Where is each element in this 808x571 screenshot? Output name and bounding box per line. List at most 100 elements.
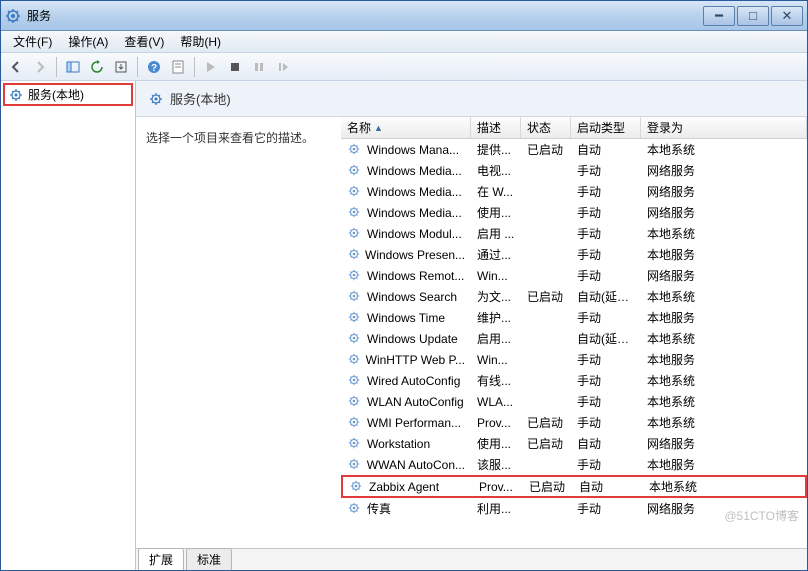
menu-view[interactable]: 查看(V) [116,31,172,52]
list-columns: 名称▲ 描述 状态 启动类型 登录为 [341,117,807,139]
service-icon [347,436,363,452]
start-service-button[interactable] [200,56,222,78]
service-startup: 手动 [571,456,641,473]
service-startup: 自动 [571,141,641,158]
service-startup: 手动 [571,372,641,389]
column-logon-as[interactable]: 登录为 [641,117,807,138]
service-row[interactable]: Windows Media...在 W...手动网络服务 [341,181,807,202]
service-startup: 手动 [571,351,641,368]
column-description[interactable]: 描述 [471,117,521,138]
column-status[interactable]: 状态 [521,117,571,138]
menubar: 文件(F) 操作(A) 查看(V) 帮助(H) [1,31,807,53]
service-icon [347,310,363,326]
menu-action[interactable]: 操作(A) [60,31,116,52]
stop-service-button[interactable] [224,56,246,78]
services-icon [148,91,164,107]
services-icon [8,87,24,103]
service-name: Windows Media... [367,206,462,220]
service-row[interactable]: Wired AutoConfig有线...手动本地系统 [341,370,807,391]
service-startup: 手动 [571,225,641,242]
service-name: WinHTTP Web P... [366,353,465,367]
service-icon [347,352,362,368]
service-row[interactable]: Windows Remot...Win...手动网络服务 [341,265,807,286]
service-row[interactable]: Windows Update启用...自动(延迟...本地系统 [341,328,807,349]
separator [194,57,195,77]
service-desc: 提供... [471,141,521,158]
service-desc: 该服... [471,456,521,473]
service-name: Windows Media... [367,164,462,178]
service-icon [347,142,363,158]
tree-root-services-local[interactable]: 服务(本地) [3,83,133,106]
service-row[interactable]: Windows Mana...提供...已启动自动本地系统 [341,139,807,160]
restart-service-button[interactable] [272,56,294,78]
service-desc: 通过... [471,246,521,263]
menu-help[interactable]: 帮助(H) [172,31,229,52]
pause-service-button[interactable] [248,56,270,78]
service-row[interactable]: Windows Presen...通过...手动本地服务 [341,244,807,265]
window-controls: ━ □ ✕ [703,6,803,26]
toolbar: ? [1,53,807,81]
service-logon: 本地系统 [641,330,807,347]
service-logon: 本地服务 [641,456,807,473]
maximize-button[interactable]: □ [737,6,769,26]
service-row[interactable]: WinHTTP Web P... Win... 手动本地服务 [341,349,807,370]
service-startup: 手动 [571,162,641,179]
service-desc: Prov... [471,416,521,430]
service-desc: 为文... [471,288,521,305]
sort-asc-icon: ▲ [374,123,383,133]
close-button[interactable]: ✕ [771,6,803,26]
service-name: WWAN AutoCon... [367,458,465,472]
help-button[interactable]: ? [143,56,165,78]
service-row[interactable]: WWAN AutoCon... 该服... 手动本地服务 [341,454,807,475]
service-icon [347,373,363,389]
service-logon: 网络服务 [641,162,807,179]
service-row[interactable]: Windows Search为文...已启动自动(延迟...本地系统 [341,286,807,307]
service-row[interactable]: Workstation使用...已启动自动网络服务 [341,433,807,454]
service-logon: 本地系统 [641,414,807,431]
forward-button[interactable] [29,56,51,78]
service-icon [347,205,363,221]
column-name[interactable]: 名称▲ [341,117,471,138]
description-panel: 选择一个项目来查看它的描述。 [136,117,341,548]
menu-file[interactable]: 文件(F) [5,31,60,52]
service-icon [347,394,363,410]
show-hide-tree-button[interactable] [62,56,84,78]
minimize-button[interactable]: ━ [703,6,735,26]
service-icon [347,331,363,347]
service-name: Windows Search [367,290,457,304]
service-logon: 本地系统 [643,478,805,495]
detail-pane: 服务(本地) 选择一个项目来查看它的描述。 名称▲ 描述 状态 启动类型 登录为… [136,81,807,570]
column-startup-type[interactable]: 启动类型 [571,117,641,138]
service-row[interactable]: Windows Media...使用...手动网络服务 [341,202,807,223]
service-row[interactable]: Windows Media...电视...手动网络服务 [341,160,807,181]
tab-standard[interactable]: 标准 [186,548,232,570]
service-desc: Win... [471,353,521,367]
detail-body: 选择一个项目来查看它的描述。 名称▲ 描述 状态 启动类型 登录为 Window… [136,117,807,548]
tab-extended[interactable]: 扩展 [138,548,184,570]
service-name: Workstation [367,437,430,451]
service-icon [347,226,363,242]
service-name: Windows Media... [367,185,462,199]
properties-button[interactable] [167,56,189,78]
service-row[interactable]: Zabbix AgentProv...已启动自动本地系统 [341,475,807,498]
service-row[interactable]: Windows Time维护...手动本地服务 [341,307,807,328]
service-row[interactable]: 传真利用...手动网络服务 [341,498,807,519]
service-startup: 手动 [571,393,641,410]
service-startup: 手动 [571,267,641,284]
refresh-button[interactable] [86,56,108,78]
service-row[interactable]: WLAN AutoConfigWLA...手动本地系统 [341,391,807,412]
service-name: Zabbix Agent [369,480,439,494]
service-logon: 本地服务 [641,351,807,368]
service-name: Windows Modul... [367,227,462,241]
service-row[interactable]: WMI Performan...Prov...已启动手动本地系统 [341,412,807,433]
back-button[interactable] [5,56,27,78]
service-icon [347,457,363,473]
service-desc: 在 W... [471,183,521,200]
content-area: 服务(本地) 服务(本地) 选择一个项目来查看它的描述。 名称▲ 描述 状态 [1,81,807,570]
export-button[interactable] [110,56,132,78]
service-row[interactable]: Windows Modul...启用 ...手动本地系统 [341,223,807,244]
service-logon: 本地服务 [641,309,807,326]
service-icon [347,501,363,517]
app-icon [5,8,21,24]
service-status: 已启动 [523,478,573,495]
